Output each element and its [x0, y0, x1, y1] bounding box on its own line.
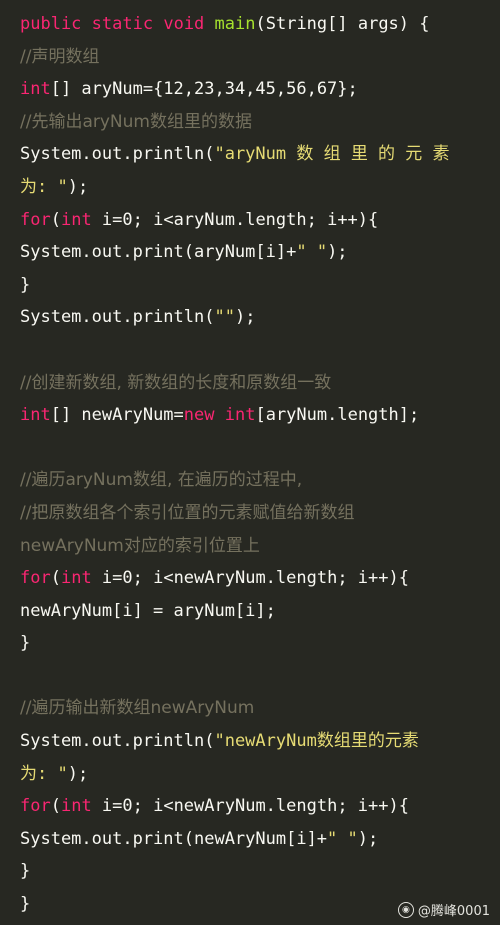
code-line-10: System.out.println(""); — [20, 301, 484, 334]
string-literal: "aryNum 数 组 里 的 元 素 — [214, 144, 450, 165]
code-text: ); — [67, 763, 89, 784]
code-line-23: System.out.println("newAryNum数组里的元素 — [20, 725, 484, 758]
code-line-7: for(int i=0; i<aryNum.length; i++){ — [20, 204, 484, 237]
keyword: int — [60, 796, 92, 817]
code-line-2: //声明数组 — [20, 41, 484, 74]
comment: //创建新数组, 新数组的长度和原数组一致 — [20, 372, 332, 393]
keyword: static — [91, 14, 154, 34]
comment: //遍历输出新数组newAryNum — [20, 698, 255, 719]
code-text: [] aryNum={12,23,34,45,56,67}; — [50, 79, 358, 100]
code-text: } — [20, 894, 31, 915]
code-line-11-blank — [20, 334, 484, 367]
code-text: ); — [67, 176, 89, 197]
watermark: ◉ @腾峰0001 — [397, 900, 490, 919]
code-line-25: for(int i=0; i<newAryNum.length; i++){ — [20, 790, 484, 823]
code-line-4: //先输出aryNum数组里的数据 — [20, 106, 484, 139]
code-line-18: for(int i=0; i<newAryNum.length; i++){ — [20, 562, 484, 595]
code-line-12: //创建新数组, 新数组的长度和原数组一致 — [20, 367, 484, 400]
code-line-19: newAryNum[i] = aryNum[i]; — [20, 595, 484, 628]
code-line-6: 为: "); — [20, 171, 484, 204]
keyword: int — [20, 405, 51, 426]
string-literal: 为: " — [20, 176, 68, 197]
code-text: ); — [357, 828, 379, 849]
code-text: ); — [234, 307, 256, 328]
string-literal: " " — [327, 828, 358, 849]
code-text: System.out.print(aryNum[i]+ — [20, 242, 297, 263]
code-text: } — [20, 274, 31, 295]
code-line-5: System.out.println("aryNum 数 组 里 的 元 素 — [20, 138, 484, 171]
comment: //把原数组各个索引位置的元素赋值给新数组 — [20, 502, 355, 523]
code-text: System.out.println( — [20, 307, 215, 328]
code-text: } — [20, 633, 31, 654]
keyword: int — [20, 79, 51, 100]
code-line-20: } — [20, 627, 484, 660]
code-line-16: //把原数组各个索引位置的元素赋值给新数组 — [20, 497, 484, 530]
code-text: (String[] args) { — [255, 14, 430, 34]
string-literal: "newAryNum数组里的元素 — [214, 731, 419, 752]
keyword: for — [20, 796, 51, 817]
code-line-1: public static void main(String[] args) { — [20, 8, 484, 41]
keyword: public — [20, 14, 82, 34]
string-literal: 为: " — [20, 763, 68, 784]
keyword: int — [60, 568, 92, 589]
keyword: for — [20, 568, 51, 589]
code-text: [aryNum.length]; — [255, 405, 420, 426]
code-line-24: 为: "); — [20, 758, 484, 791]
keyword: int — [224, 405, 256, 426]
keyword: for — [20, 209, 51, 230]
code-line-14-blank — [20, 432, 484, 465]
function-name: main — [214, 14, 256, 34]
code-line-27: } — [20, 855, 484, 888]
code-text: System.out.println( — [20, 144, 215, 165]
code-line-17: newAryNum对应的索引位置上 — [20, 530, 484, 563]
keyword: void — [163, 14, 205, 34]
code-text: [] newAryNum= — [50, 405, 184, 426]
comment: //声明数组 — [20, 46, 100, 67]
code-line-13: int[] newAryNum=new int[aryNum.length]; — [20, 399, 484, 432]
code-text: } — [20, 861, 31, 882]
string-literal: "" — [214, 307, 235, 328]
comment: //遍历aryNum数组, 在遍历的过程中, — [20, 470, 303, 491]
string-literal: " " — [296, 242, 328, 263]
code-line-9: } — [20, 269, 484, 302]
code-line-21-blank — [20, 660, 484, 693]
code-line-26: System.out.print(newAryNum[i]+" "); — [20, 823, 484, 856]
code-text: System.out.print(newAryNum[i]+ — [20, 828, 328, 849]
code-line-15: //遍历aryNum数组, 在遍历的过程中, — [20, 464, 484, 497]
keyword: int — [60, 209, 92, 230]
watermark-text: @腾峰0001 — [417, 904, 490, 919]
code-line-22: //遍历输出新数组newAryNum — [20, 692, 484, 725]
code-text: ( — [50, 796, 61, 817]
code-line-3: int[] aryNum={12,23,34,45,56,67}; — [20, 73, 484, 106]
comment: newAryNum对应的索引位置上 — [20, 535, 260, 556]
code-text: ( — [50, 568, 61, 589]
toutiao-logo-icon: ◉ — [397, 901, 414, 918]
comment: //先输出aryNum数组里的数据 — [20, 111, 252, 132]
code-text: i=0; i<newAryNum.length; i++){ — [91, 796, 409, 817]
code-text: System.out.println( — [20, 731, 215, 752]
code-text: i=0; i<newAryNum.length; i++){ — [91, 568, 409, 589]
code-text: newAryNum[i] = aryNum[i]; — [20, 600, 276, 621]
code-line-8: System.out.print(aryNum[i]+" "); — [20, 236, 484, 269]
keyword: new — [183, 405, 215, 426]
code-text: ( — [50, 209, 61, 230]
code-text: i=0; i<aryNum.length; i++){ — [91, 209, 379, 230]
code-text: ); — [327, 242, 348, 263]
code-block: public static void main(String[] args) {… — [20, 8, 484, 921]
